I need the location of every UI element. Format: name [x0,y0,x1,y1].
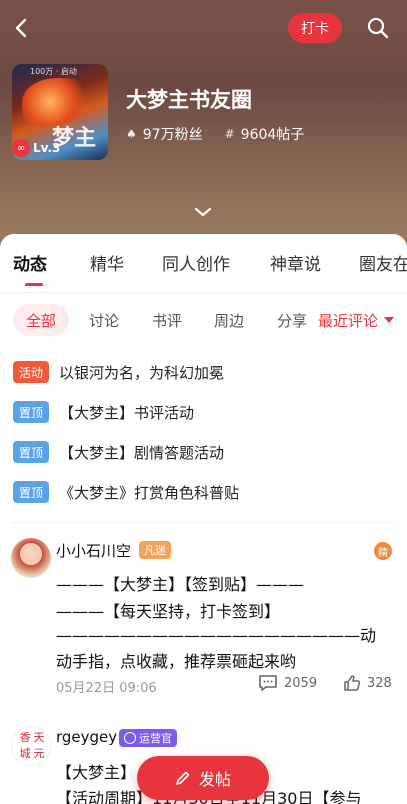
fans-icon: ♠ [126,127,137,141]
tab-essence[interactable]: 精华 [90,250,124,275]
chevron-down-icon[interactable] [192,204,214,218]
pencil-icon [176,771,190,785]
filter-discuss[interactable]: 讨论 [89,304,119,336]
level-icon: ∞ [12,139,30,157]
like-count: 328 [367,675,392,691]
tab-dynamic[interactable]: 动态 [13,250,47,275]
tab-indicator [25,283,43,286]
level-label: Lv.3 [33,141,61,155]
divider [0,292,407,293]
post-time: 05月22日 09:06 [56,681,157,696]
post-line: 【大梦主】 [56,763,137,782]
notice-item[interactable]: 置顶 【大梦主】剧情答题活动 [13,440,224,464]
post-author[interactable]: 小小石川空 [56,540,131,561]
divider [13,522,394,523]
comment-button[interactable]: 2059 [258,674,317,692]
tab-members[interactable]: 圈友在 [359,250,407,275]
comment-icon [259,675,277,691]
post-line: ———【大梦主】【签到贴】——— [56,575,305,594]
filter-all[interactable]: 全部 [13,304,70,336]
activity-badge: 活动 [13,361,50,383]
role-badge: 凡迷 [139,541,171,559]
pinned-badge: 置顶 [13,481,50,503]
tab-chapter-talk[interactable]: 神章说 [270,250,321,275]
sort-dropdown[interactable]: 最近评论 [318,304,395,336]
content-sheet: 动态 精华 同人创作 神章说 圈友在 全部 讨论 书评 周边 分享 最近评论 活… [0,234,407,804]
pinned-badge: 置顶 [13,441,50,463]
notice-item[interactable]: 置顶 【大梦主】书评活动 [13,400,194,424]
role-label: 运营官 [139,732,172,745]
notice-text: 《大梦主》打赏角色科普贴 [59,483,240,502]
avatar[interactable]: 香天 城元 [11,726,51,766]
cover-art [22,78,92,126]
thumbs-up-icon [344,675,361,691]
filter-review[interactable]: 书评 [152,304,182,336]
group-header: 打卡 100万 · 启动 梦主 ∞ Lv.3 大梦主书友圈 ♠ 97万粉丝 # … [0,0,407,250]
filter-share[interactable]: 分享 [277,304,307,336]
tab-fan-creation[interactable]: 同人创作 [162,250,230,275]
notice-item[interactable]: 置顶 《大梦主》打赏角色科普贴 [13,480,239,504]
avatar[interactable] [11,538,51,578]
notice-item[interactable]: 活动 以银河为名，为科幻加冕 [13,360,224,384]
filter-bar: 全部 讨论 书评 周边 分享 最近评论 [0,304,407,338]
essence-badge: 精 [374,542,392,560]
hash-icon: # [224,127,235,141]
filter-merch[interactable]: 周边 [214,304,244,336]
new-post-button[interactable]: 发帖 [137,756,269,800]
pinned-badge: 置顶 [13,401,50,423]
like-button[interactable]: 328 [343,674,392,692]
back-icon[interactable] [10,16,34,40]
post-line: ———————————————————动 [56,626,377,645]
new-post-label: 发帖 [198,770,231,789]
operator-icon [124,732,136,744]
notice-text: 【大梦主】剧情答题活动 [59,443,225,462]
checkin-button[interactable]: 打卡 [288,13,342,43]
tab-bar: 动态 精华 同人创作 神章说 圈友在 [0,234,407,286]
caret-down-icon [384,317,395,323]
group-title: 大梦主书友圈 [126,88,252,112]
notice-text: 【大梦主】书评活动 [59,403,195,422]
post-count: 9604帖子 [240,127,305,143]
search-icon[interactable] [366,16,390,40]
avatar-seal: 香天 城元 [19,731,45,760]
notice-text: 以银河为名，为科幻加冕 [59,363,225,382]
fans-count: 97万粉丝 [142,127,203,143]
comment-count: 2059 [284,675,318,691]
sort-label: 最近评论 [318,311,379,330]
level-badge: ∞ Lv.3 [12,138,60,158]
group-stats: ♠ 97万粉丝 # 9604帖子 [126,124,304,144]
role-badge: 运营官 [119,729,177,747]
post-line: 动手指，点收藏，推荐票砸起来哟 [56,652,297,671]
post-author[interactable]: rgeygey [56,728,117,746]
post-line: ———【每天坚持，打卡签到】 [56,602,281,621]
cover-top-text: 100万 · 启动 [30,67,77,76]
